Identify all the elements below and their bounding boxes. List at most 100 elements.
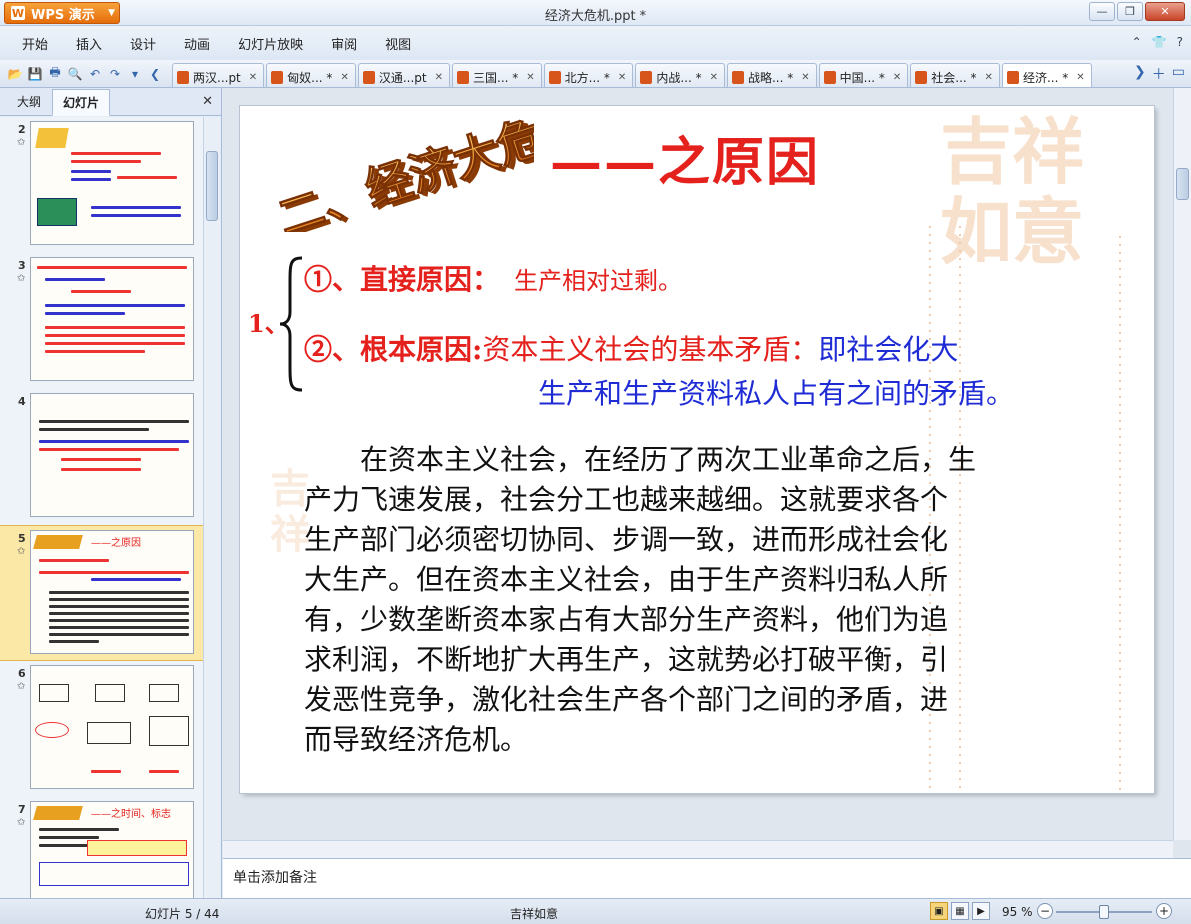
- slide-canvas[interactable]: 吉祥 如意 吉祥 二、经济大危机 二、经济大危机 ——之原因 1、 ①、直接原因…: [240, 106, 1154, 793]
- doc-tab[interactable]: 社会... * ✕: [910, 63, 1000, 87]
- close-tab-icon[interactable]: ✕: [249, 72, 257, 83]
- world-map-image: [37, 198, 77, 226]
- status-bar: 幻灯片 5 / 44 吉祥如意 ▣ ▦ ▶ 95 % − +: [0, 898, 1191, 924]
- doc-tab[interactable]: 内战... * ✕: [635, 63, 725, 87]
- menu-view[interactable]: 视图: [375, 34, 429, 53]
- thumbnail-image: [30, 665, 194, 789]
- print-preview-icon[interactable]: 🔍: [66, 65, 84, 83]
- chevron-down-icon: ▼: [108, 8, 115, 18]
- save-icon[interactable]: 💾: [26, 65, 44, 83]
- close-panel-icon[interactable]: ✕: [202, 94, 213, 109]
- close-tab-icon[interactable]: ✕: [710, 72, 718, 83]
- explanation-paragraph: 在资本主义社会，在经历了两次工业革命之后，生 产力飞速发展，社会分工也越来越细。…: [304, 440, 1144, 760]
- menu-home[interactable]: 开始: [12, 34, 66, 53]
- diagram-ellipse: [35, 722, 69, 738]
- ppt-file-icon: [731, 70, 744, 84]
- slide-thumbnail-6[interactable]: 6 ✩: [0, 661, 203, 797]
- wps-app-menu[interactable]: W WPS 演示 ▼: [4, 2, 120, 24]
- cause-fundamental-blue: 即社会化大: [818, 333, 959, 366]
- paragraph-line: 在资本主义社会，在经历了两次工业革命之后，生: [304, 443, 977, 476]
- new-tab-icon[interactable]: ＋: [1152, 64, 1166, 84]
- animation-star-icon: ✩: [17, 817, 26, 828]
- tabs-left-icon[interactable]: ❮: [146, 65, 164, 83]
- print-icon[interactable]: 🖶: [46, 65, 64, 83]
- slide-thumbnail-4[interactable]: 4: [0, 389, 203, 525]
- ppt-file-icon: [271, 70, 284, 84]
- horizontal-scrollbar[interactable]: [223, 840, 1173, 858]
- close-tab-icon[interactable]: ✕: [1076, 72, 1084, 83]
- paragraph-line: 生产部门必须密切协同、步调一致，进而形成社会化: [304, 523, 949, 556]
- slide-title: ——之原因: [550, 132, 821, 193]
- slide-thumbnail-7[interactable]: 7 ✩ ——之时间、标志: [0, 797, 203, 898]
- doc-tab-label: 匈奴... *: [287, 70, 333, 85]
- paragraph-line: 发恶性竞争，激化社会生产各个部门之间的矛盾，进: [304, 683, 949, 716]
- thumbnail-scrollbar[interactable]: [203, 117, 220, 898]
- tabs-right-icon[interactable]: ❯: [1134, 64, 1146, 84]
- zoom-slider-knob[interactable]: [1099, 905, 1109, 919]
- close-tab-icon[interactable]: ✕: [985, 72, 993, 83]
- doc-tab[interactable]: 匈奴... * ✕: [266, 63, 356, 87]
- paragraph-line: 求利润，不断地扩大再生产，这就势必打破平衡，引: [304, 643, 949, 676]
- zoom-out-button[interactable]: −: [1037, 903, 1053, 919]
- menu-insert[interactable]: 插入: [66, 34, 120, 53]
- redo-icon[interactable]: ↷: [106, 65, 124, 83]
- slide-thumbnail-3[interactable]: 3 ✩: [0, 253, 203, 389]
- doc-tab-label: 三国... *: [473, 70, 519, 85]
- slide-thumbnail-2[interactable]: 2 ✩: [0, 117, 203, 253]
- tab-list-icon[interactable]: ▭: [1172, 64, 1185, 84]
- slide-thumbnail-5[interactable]: 5 ✩ ——之原因: [0, 525, 203, 661]
- close-tab-icon[interactable]: ✕: [893, 72, 901, 83]
- tab-slides[interactable]: 幻灯片: [52, 89, 111, 116]
- doc-tab[interactable]: 中国... * ✕: [818, 63, 909, 87]
- scrollbar-thumb[interactable]: [206, 151, 218, 221]
- open-icon[interactable]: 📂: [6, 65, 24, 83]
- slide-number: 3: [18, 259, 26, 272]
- doc-tab[interactable]: 北方... * ✕: [543, 63, 634, 87]
- close-tab-icon[interactable]: ✕: [801, 72, 809, 83]
- highlight-box: [87, 840, 187, 856]
- close-tab-icon[interactable]: ✕: [435, 72, 443, 83]
- doc-tab[interactable]: 三国... * ✕: [452, 63, 542, 87]
- slide-number: 4: [18, 395, 26, 408]
- menu-animation[interactable]: 动画: [174, 34, 228, 53]
- doc-tab[interactable]: 战略... * ✕: [726, 63, 817, 87]
- menu-design[interactable]: 设计: [120, 34, 174, 53]
- minimize-button[interactable]: —: [1089, 2, 1115, 21]
- close-tab-icon[interactable]: ✕: [340, 72, 348, 83]
- vertical-scrollbar[interactable]: [1173, 88, 1191, 840]
- doc-tab-label: 内战... *: [656, 70, 702, 85]
- menu-slideshow[interactable]: 幻灯片放映: [228, 34, 321, 53]
- collapse-ribbon-icon[interactable]: ⌃: [1132, 35, 1142, 49]
- thumbnail-image: ——之时间、标志: [30, 801, 194, 898]
- slide-sorter-view-icon[interactable]: ▦: [951, 902, 969, 920]
- doc-tab[interactable]: 两汉...pt ✕: [172, 63, 265, 87]
- slideshow-view-icon[interactable]: ▶: [972, 902, 990, 920]
- doc-tab-active[interactable]: 经济... * ✕: [1001, 63, 1092, 87]
- customize-toolbar-icon[interactable]: ▾: [126, 65, 144, 83]
- doc-tab[interactable]: 汉通...pt ✕: [357, 63, 450, 87]
- doc-tab-label: 汉通...pt: [378, 70, 427, 85]
- zoom-in-button[interactable]: +: [1156, 903, 1172, 919]
- diagram-box: [39, 684, 69, 702]
- paragraph-line: 而导致经济危机。: [304, 723, 529, 756]
- cause-fundamental-red: 资本主义社会的基本矛盾：: [482, 333, 819, 366]
- tab-outline[interactable]: 大纲: [6, 88, 52, 115]
- normal-view-icon[interactable]: ▣: [930, 902, 948, 920]
- close-window-button[interactable]: ✕: [1145, 2, 1185, 21]
- help-icon[interactable]: ?: [1177, 35, 1183, 49]
- skin-icon[interactable]: 👕: [1152, 35, 1167, 49]
- diagram-box: [87, 722, 131, 744]
- quick-access-toolbar: 📂 💾 🖶 🔍 ↶ ↷ ▾ ❮ 两汉...pt ✕ 匈奴... * ✕ 汉通...p…: [0, 60, 1191, 88]
- menu-review[interactable]: 审阅: [321, 34, 375, 53]
- ribbon-menu: 开始 插入 设计 动画 幻灯片放映 审阅 视图 ⌃ 👕 ?: [0, 26, 1191, 60]
- restore-button[interactable]: ❐: [1117, 2, 1143, 21]
- notes-pane[interactable]: 单击添加备注: [223, 858, 1191, 898]
- animation-star-icon: ✩: [17, 137, 26, 148]
- cause-fundamental-label: ②、根本原因:: [304, 333, 483, 366]
- undo-icon[interactable]: ↶: [86, 65, 104, 83]
- close-tab-icon[interactable]: ✕: [618, 72, 626, 83]
- close-tab-icon[interactable]: ✕: [526, 72, 534, 83]
- scrollbar-thumb[interactable]: [1176, 168, 1189, 200]
- doc-tab-label: 北方... *: [564, 70, 610, 85]
- paragraph-line: 大生产。但在资本主义社会，由于生产资料归私人所: [304, 563, 949, 596]
